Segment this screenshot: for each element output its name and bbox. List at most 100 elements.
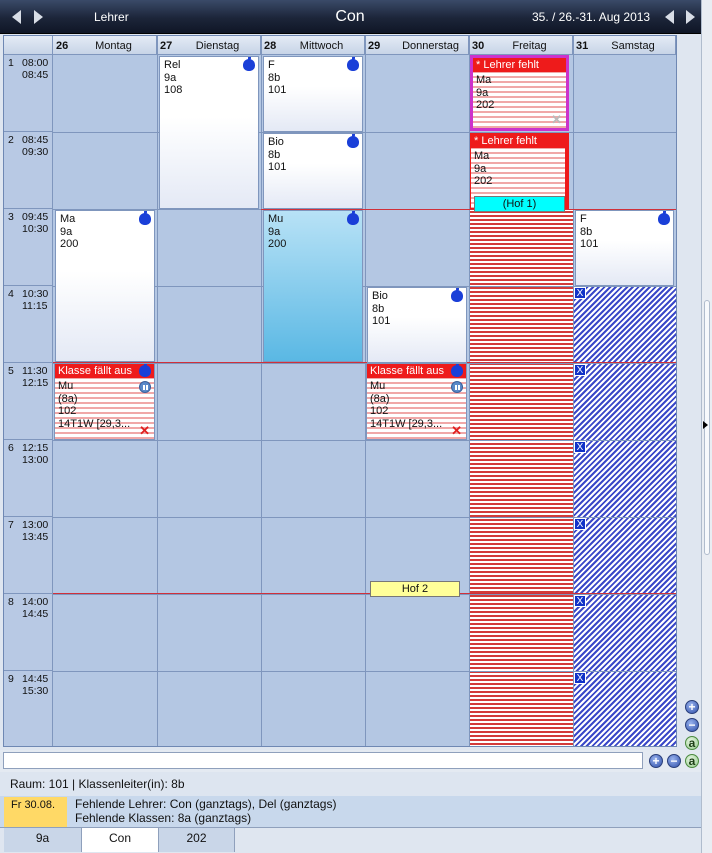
lesson-card-thu-p4[interactable]: Bio 8b 101 bbox=[367, 287, 467, 363]
absence-x-icon[interactable]: X bbox=[574, 518, 586, 530]
day-name: Freitag bbox=[512, 40, 547, 52]
top-bar: Lehrer Con 35. / 26.-31. Aug 2013 bbox=[0, 0, 701, 34]
period-time: 09:45 10:30 bbox=[22, 211, 49, 235]
side-panel-strip[interactable] bbox=[701, 0, 712, 853]
auto-size-icon[interactable]: a bbox=[685, 736, 699, 750]
lesson-card-wed-p3[interactable]: Mu 9a 200 bbox=[263, 210, 363, 362]
lesson-room: 200 bbox=[268, 238, 287, 250]
absence-x-icon[interactable]: X bbox=[574, 441, 586, 453]
command-input[interactable] bbox=[3, 752, 643, 769]
apple-icon bbox=[347, 57, 359, 71]
period-number: 2 bbox=[8, 134, 14, 146]
element-type-label[interactable]: Lehrer bbox=[94, 10, 129, 24]
lesson-subject: Mu bbox=[58, 380, 74, 392]
apple-icon bbox=[658, 211, 670, 225]
period-number: 6 bbox=[8, 442, 14, 454]
period-time: 10:30 11:15 bbox=[22, 288, 49, 312]
missing-teachers: Fehlende Lehrer: Con (ganztags), Del (ga… bbox=[75, 797, 337, 811]
zoom-out-icon[interactable]: − bbox=[685, 718, 699, 732]
period-number: 1 bbox=[8, 57, 14, 69]
day-name: Donnerstag bbox=[402, 40, 459, 52]
tab-con[interactable]: Con bbox=[82, 828, 159, 852]
zoom-out-icon[interactable]: − bbox=[667, 754, 681, 768]
command-row: + − a bbox=[0, 750, 701, 772]
lesson-subject: Bio bbox=[268, 136, 284, 148]
lesson-subject: Mu bbox=[268, 213, 284, 225]
lesson-class: (8a) bbox=[370, 392, 390, 405]
lesson-class: 9a bbox=[474, 162, 487, 175]
lesson-class: 9a bbox=[60, 225, 73, 238]
lesson-class: 8b bbox=[268, 71, 281, 84]
lesson-subject: Ma bbox=[474, 150, 490, 162]
lesson-card-wed-p1[interactable]: F 8b 101 bbox=[263, 56, 363, 132]
day-header-thursday[interactable]: 29 Donnerstag bbox=[365, 36, 469, 55]
week-range: 35. / 26.-31. Aug 2013 bbox=[532, 10, 651, 24]
period-slot: 8 14:00 14:45 bbox=[4, 594, 53, 671]
day-header-tuesday[interactable]: 27 Dienstag bbox=[157, 36, 261, 55]
lesson-room: 101 bbox=[580, 238, 599, 250]
lesson-room: 101 bbox=[268, 161, 287, 173]
apple-icon bbox=[139, 364, 151, 377]
period-time: 08:45 09:30 bbox=[22, 134, 49, 158]
absence-summary: Fr 30.08. Fehlende Lehrer: Con (ganztags… bbox=[0, 796, 701, 827]
prev-element-arrow-icon[interactable] bbox=[12, 10, 21, 24]
absence-x-icon[interactable]: X bbox=[574, 672, 586, 684]
period-time: 13:00 13:45 bbox=[22, 519, 49, 543]
apple-icon bbox=[243, 57, 255, 71]
friday-absence-fill bbox=[469, 209, 573, 746]
element-tabs: 9a Con 202 bbox=[0, 827, 701, 853]
lesson-card-sat-p3[interactable]: F 8b 101 bbox=[575, 210, 674, 286]
period-time: 12:15 13:00 bbox=[22, 442, 49, 466]
break-duty-hof2[interactable]: Hof 2 bbox=[370, 581, 460, 597]
auto-size-icon[interactable]: a bbox=[685, 754, 699, 768]
period-number: 7 bbox=[8, 519, 14, 531]
period-slot: 2 08:45 09:30 bbox=[4, 132, 53, 209]
zoom-in-icon[interactable]: + bbox=[649, 754, 663, 768]
absence-x-icon[interactable]: X bbox=[574, 595, 586, 607]
period-column: 1 08:00 08:45 2 08:45 09:30 3 09:45 10:30 4 10:… bbox=[4, 55, 53, 746]
tab-202[interactable]: 202 bbox=[159, 828, 235, 852]
pause-icon bbox=[451, 381, 463, 393]
zoom-in-icon[interactable]: + bbox=[685, 700, 699, 714]
prev-week-arrow-icon[interactable] bbox=[665, 10, 674, 24]
lesson-room: 202 bbox=[474, 175, 493, 187]
period-time: 08:00 08:45 bbox=[22, 57, 49, 81]
apple-icon bbox=[451, 364, 463, 377]
lesson-room: 102 bbox=[58, 405, 77, 417]
apple-icon bbox=[451, 288, 463, 302]
day-header-saturday[interactable]: 31 Samstag bbox=[573, 36, 676, 55]
day-header-wednesday[interactable]: 28 Mittwoch bbox=[261, 36, 365, 55]
lesson-card-thu-p5[interactable]: Klasse fällt aus Mu (8a) 102 14T1W [29,3… bbox=[366, 363, 467, 440]
absence-x-icon[interactable]: X bbox=[574, 364, 586, 376]
lesson-subject: Bio bbox=[372, 290, 388, 302]
next-element-arrow-icon[interactable] bbox=[34, 10, 43, 24]
absence-summary-text: Fehlende Lehrer: Con (ganztags), Del (ga… bbox=[75, 797, 336, 825]
saturday-absence-fill bbox=[573, 286, 676, 746]
day-name: Mittwoch bbox=[299, 40, 344, 52]
lesson-card-fri-p1[interactable]: * Lehrer fehlt Ma 9a 202 ✕ bbox=[470, 55, 569, 131]
break-duty-hof1[interactable]: (Hof 1) bbox=[474, 196, 565, 212]
lesson-card-mon-p3[interactable]: Ma 9a 200 bbox=[55, 210, 155, 362]
lesson-subject: Rel bbox=[164, 59, 181, 71]
day-header-friday[interactable]: 30 Freitag bbox=[469, 36, 573, 55]
cancel-x-icon: ✕ bbox=[139, 423, 150, 438]
lesson-card-tue-p1[interactable]: Rel 9a 108 bbox=[159, 56, 259, 209]
lesson-subject: F bbox=[580, 213, 587, 225]
tab-9a[interactable]: 9a bbox=[4, 828, 82, 852]
period-time: 14:45 15:30 bbox=[22, 673, 49, 697]
absence-x-icon[interactable]: X bbox=[574, 287, 586, 299]
lesson-card-mon-p5[interactable]: Klasse fällt aus Mu (8a) 102 14T1W [29,3… bbox=[54, 363, 155, 440]
period-slot: 4 10:30 11:15 bbox=[4, 286, 53, 363]
period-number: 5 bbox=[8, 365, 14, 377]
lesson-extra: 14T1W [29,3... bbox=[370, 417, 443, 430]
timetable-app: Lehrer Con 35. / 26.-31. Aug 2013 26 Mont… bbox=[0, 0, 712, 853]
lesson-card-wed-p2[interactable]: Bio 8b 101 bbox=[263, 133, 363, 209]
next-week-arrow-icon[interactable] bbox=[686, 10, 695, 24]
period-number: 9 bbox=[8, 673, 14, 685]
apple-icon bbox=[139, 211, 151, 225]
lesson-class: 9a bbox=[476, 86, 489, 99]
lesson-class: 8b bbox=[580, 225, 593, 238]
lesson-subject: Ma bbox=[60, 213, 76, 225]
day-header-monday[interactable]: 26 Montag bbox=[53, 36, 157, 55]
expand-panel-arrow-icon[interactable] bbox=[703, 421, 708, 429]
